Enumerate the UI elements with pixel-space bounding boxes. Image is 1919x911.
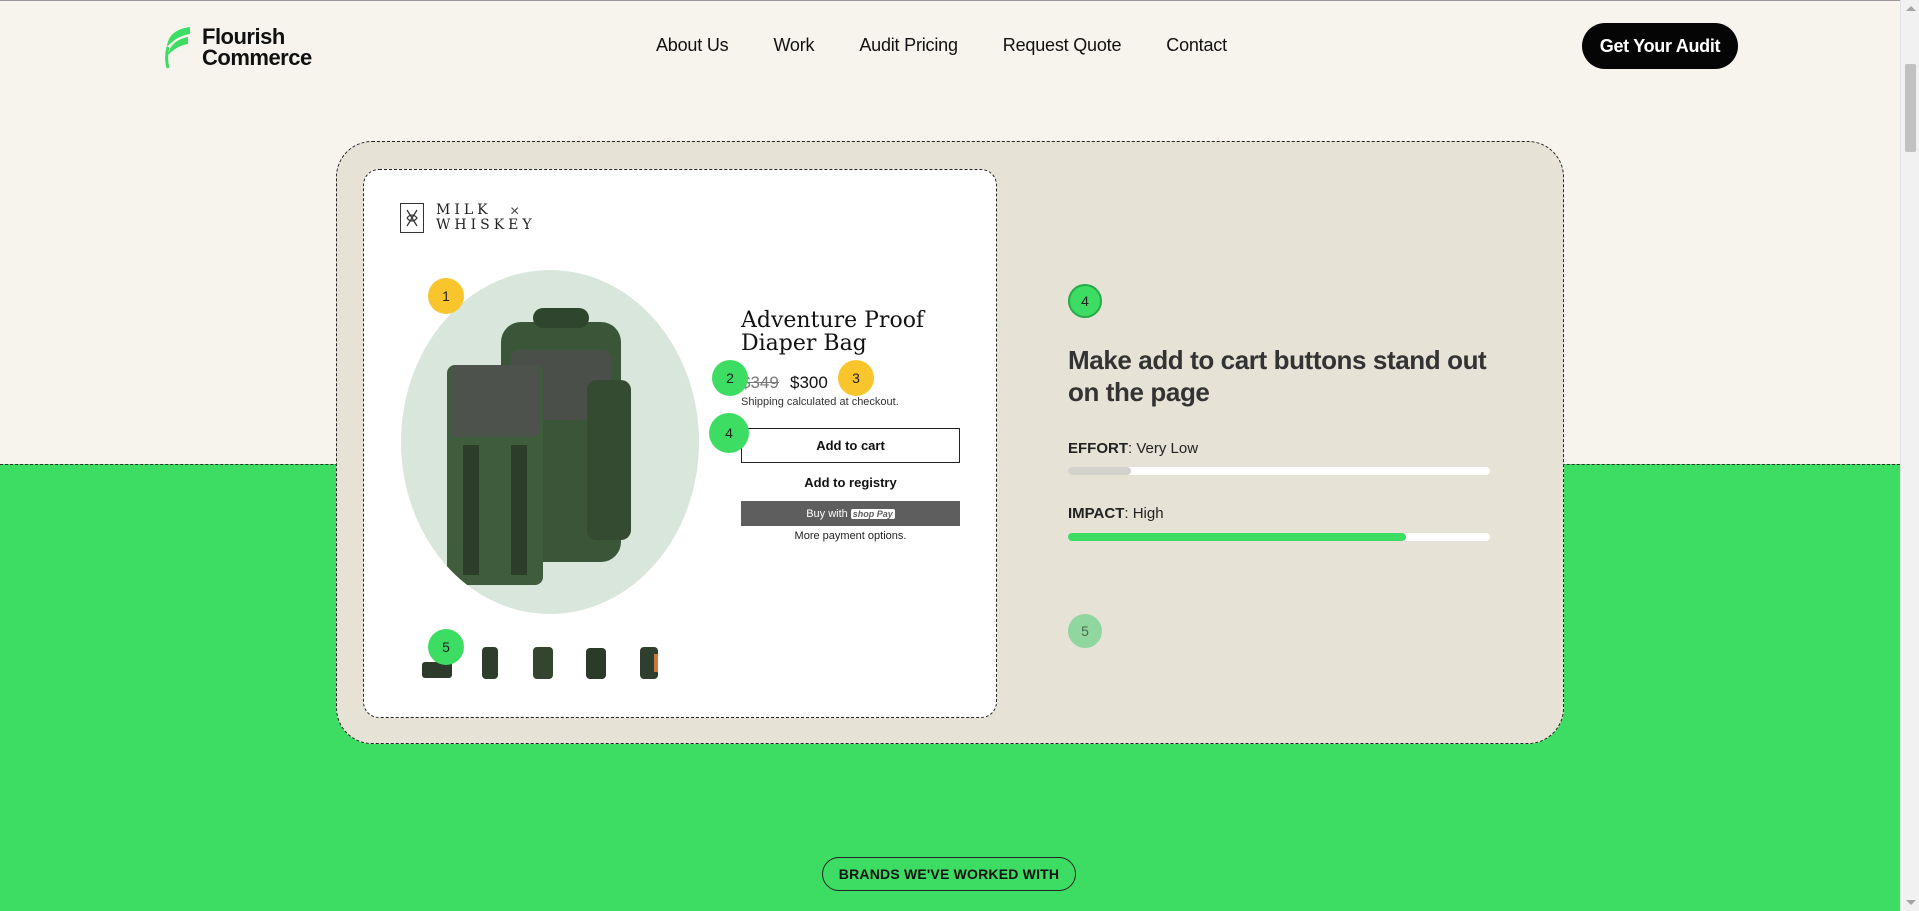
thumbnail-4[interactable] bbox=[577, 640, 615, 680]
thumbnail-5[interactable] bbox=[630, 640, 668, 680]
backpack-illustration bbox=[447, 308, 631, 585]
logo-wordmark: Flourish Commerce bbox=[202, 24, 312, 70]
product-title: Adventure Proof Diaper Bag bbox=[741, 308, 925, 356]
impact-label-value: : High bbox=[1124, 505, 1164, 522]
next-tip-badge[interactable]: 5 bbox=[1068, 614, 1102, 648]
nav-link-work[interactable]: Work bbox=[773, 35, 814, 56]
nav-link-request-quote[interactable]: Request Quote bbox=[1003, 35, 1122, 56]
marker-2[interactable]: 2 bbox=[712, 360, 748, 396]
brand-mark-icon bbox=[400, 203, 424, 233]
page-scrollbar[interactable] bbox=[1900, 0, 1919, 911]
tip-number-badge: 4 bbox=[1068, 284, 1102, 318]
scroll-up-icon[interactable] bbox=[1906, 6, 1916, 11]
nav-link-contact[interactable]: Contact bbox=[1166, 35, 1227, 56]
impact-bar-fill bbox=[1068, 533, 1406, 541]
marker-5[interactable]: 5 bbox=[428, 629, 464, 665]
leaf-logo-icon bbox=[165, 27, 190, 69]
buy-with-label: Buy with bbox=[806, 507, 848, 520]
effort-label-key: EFFORT bbox=[1068, 440, 1128, 457]
scrollbar-thumb[interactable] bbox=[1905, 64, 1916, 152]
add-to-registry-button[interactable]: Add to registry bbox=[741, 472, 960, 492]
nav-link-about-us[interactable]: About Us bbox=[656, 35, 729, 56]
marker-4[interactable]: 4 bbox=[709, 413, 749, 453]
scroll-down-icon[interactable] bbox=[1906, 900, 1916, 905]
impact-label: IMPACT: High bbox=[1068, 505, 1164, 522]
shipping-note: Shipping calculated at checkout. bbox=[741, 396, 899, 408]
add-to-cart-button[interactable]: Add to cart bbox=[741, 428, 960, 463]
brand-wordmark: MILK WHISKEY bbox=[436, 203, 536, 233]
thumbnail-2[interactable] bbox=[471, 640, 509, 680]
effort-bar bbox=[1068, 467, 1490, 475]
brand-line-2: WHISKEY bbox=[436, 217, 536, 233]
effort-bar-fill bbox=[1068, 467, 1132, 475]
marker-1[interactable]: 1 bbox=[428, 278, 464, 314]
main-nav: About Us Work Audit Pricing Request Quot… bbox=[656, 35, 1227, 56]
brand-line-1: MILK bbox=[436, 202, 492, 218]
shop-pay-button[interactable]: Buy with shop Pay bbox=[741, 501, 960, 526]
shop-pay-logo: shop Pay bbox=[850, 508, 895, 519]
effort-label: EFFORT: Very Low bbox=[1068, 440, 1198, 457]
nav-link-audit-pricing[interactable]: Audit Pricing bbox=[859, 35, 958, 56]
tip-heading: Make add to cart buttons stand out on th… bbox=[1068, 345, 1487, 407]
impact-bar bbox=[1068, 533, 1490, 541]
sale-price: $300 bbox=[790, 373, 828, 392]
collab-x: × bbox=[510, 203, 520, 220]
get-your-audit-button[interactable]: Get Your Audit bbox=[1582, 23, 1738, 69]
site-logo[interactable]: Flourish Commerce bbox=[162, 25, 312, 69]
thumbnail-3[interactable] bbox=[524, 640, 562, 680]
logo-line-1: Flourish bbox=[202, 24, 285, 49]
logo-line-2: Commerce bbox=[202, 45, 312, 70]
marker-3[interactable]: 3 bbox=[838, 360, 874, 396]
impact-label-key: IMPACT bbox=[1068, 505, 1125, 522]
effort-label-value: : Very Low bbox=[1128, 440, 1199, 457]
brands-section-label: BRANDS WE'VE WORKED WITH bbox=[822, 857, 1076, 891]
product-main-image[interactable] bbox=[401, 270, 699, 614]
more-payment-options-link[interactable]: More payment options. bbox=[741, 530, 960, 542]
site-header: Flourish Commerce About Us Work Audit Pr… bbox=[0, 1, 1900, 91]
